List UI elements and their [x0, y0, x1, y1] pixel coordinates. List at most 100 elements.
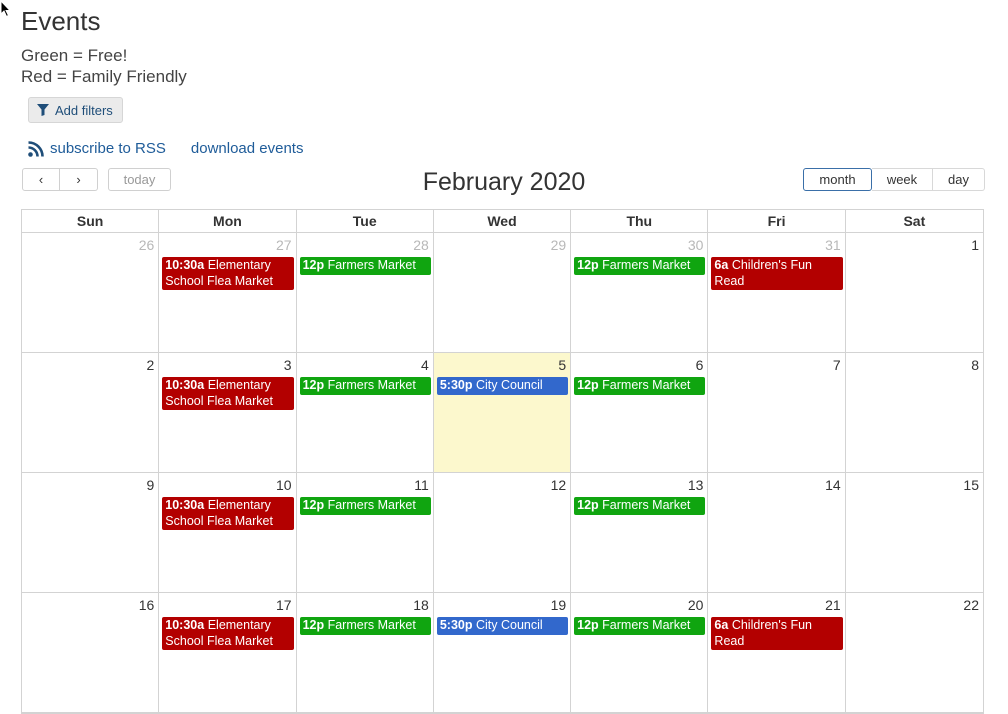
calendar-event[interactable]: 12p Farmers Market — [299, 617, 431, 635]
week-view-button[interactable]: week — [872, 168, 933, 191]
day-cell[interactable]: 4 12p Farmers Market — [297, 353, 434, 472]
calendar-event[interactable]: 10:30a Elementary School Flea Market — [162, 497, 294, 530]
event-time: 12p — [577, 258, 599, 272]
calendar-event[interactable]: 6a Children's Fun Read — [711, 617, 843, 650]
day-cell[interactable]: 1 — [846, 233, 983, 352]
day-number[interactable]: 28 — [299, 235, 431, 256]
day-number[interactable]: 9 — [24, 475, 156, 496]
day-cell[interactable]: 14 — [708, 473, 846, 592]
day-cell[interactable]: 26 — [22, 233, 160, 352]
day-number[interactable]: 26 — [24, 235, 156, 256]
day-cell[interactable]: 22 — [846, 593, 983, 712]
event-time: 6a — [714, 258, 729, 272]
event-time: 6a — [714, 618, 729, 632]
day-cell[interactable]: 3 10:30a Elementary School Flea Market — [159, 353, 297, 472]
day-cell[interactable]: 6 12p Farmers Market — [571, 353, 709, 472]
calendar-event[interactable]: 10:30a Elementary School Flea Market — [162, 257, 294, 290]
calendar-event[interactable]: 10:30a Elementary School Flea Market — [162, 617, 294, 650]
calendar-event[interactable]: 12p Farmers Market — [574, 497, 706, 515]
day-number[interactable]: 13 — [573, 475, 705, 496]
day-number[interactable]: 31 — [710, 235, 842, 256]
day-number[interactable]: 12 — [436, 475, 568, 496]
event-time: 10:30a — [165, 258, 205, 272]
day-cell[interactable]: 17 10:30a Elementary School Flea Market — [159, 593, 297, 712]
day-number[interactable]: 18 — [299, 595, 431, 616]
day-cell[interactable]: 12 — [434, 473, 572, 592]
calendar-event[interactable]: 12p Farmers Market — [299, 257, 431, 275]
day-cell[interactable]: 21 6a Children's Fun Read — [708, 593, 846, 712]
day-cell[interactable]: 10 10:30a Elementary School Flea Market — [159, 473, 297, 592]
day-cell[interactable]: 20 12p Farmers Market — [571, 593, 709, 712]
day-number[interactable]: 3 — [161, 355, 293, 376]
calendar-event[interactable]: 12p Farmers Market — [299, 497, 431, 515]
month-view-button[interactable]: month — [803, 168, 872, 191]
day-cell-today[interactable]: 5 5:30p City Council — [433, 353, 572, 472]
day-number[interactable]: 21 — [710, 595, 842, 616]
day-cell[interactable]: 2 — [22, 353, 160, 472]
day-number[interactable]: 17 — [161, 595, 293, 616]
event-time: 5:30p — [439, 618, 473, 632]
event-title: Farmers Market — [327, 618, 416, 632]
week-row: 16 17 10:30a Elementary School Flea Market… — [22, 593, 983, 713]
calendar-event[interactable]: 5:30p City Council — [436, 617, 569, 635]
day-number[interactable]: 6 — [573, 355, 705, 376]
day-cell[interactable]: 9 — [22, 473, 160, 592]
calendar-event[interactable]: 10:30a Elementary School Flea Market — [162, 377, 294, 410]
calendar-event[interactable]: 12p Farmers Market — [574, 257, 706, 275]
day-number[interactable]: 8 — [848, 355, 981, 376]
download-events-link[interactable]: download events — [191, 140, 304, 157]
day-number[interactable]: 16 — [24, 595, 156, 616]
weekday-sat: Sat — [903, 213, 926, 229]
day-number[interactable]: 2 — [24, 355, 156, 376]
calendar-event[interactable]: 6a Children's Fun Read — [711, 257, 843, 290]
day-number[interactable]: 29 — [436, 235, 568, 256]
day-cell[interactable]: 31 6a Children's Fun Read — [708, 233, 846, 352]
day-number[interactable]: 19 — [436, 595, 568, 616]
day-cell[interactable]: 13 12p Farmers Market — [571, 473, 709, 592]
event-time: 10:30a — [165, 378, 205, 392]
day-number[interactable]: 4 — [299, 355, 431, 376]
calendar-event[interactable]: 12p Farmers Market — [574, 617, 706, 635]
event-time: 10:30a — [165, 498, 205, 512]
event-title: City Council — [475, 618, 543, 632]
day-number[interactable]: 11 — [299, 475, 431, 496]
day-number[interactable]: 14 — [710, 475, 842, 496]
day-number[interactable]: 20 — [573, 595, 705, 616]
day-number[interactable]: 30 — [573, 235, 705, 256]
day-cell[interactable]: 29 — [434, 233, 572, 352]
day-cell[interactable]: 11 12p Farmers Market — [297, 473, 434, 592]
event-title: Farmers Market — [602, 378, 691, 392]
weekday-fri: Fri — [708, 210, 846, 232]
event-time: 10:30a — [165, 618, 205, 632]
day-number[interactable]: 5 — [436, 355, 568, 376]
day-cell[interactable]: 28 12p Farmers Market — [297, 233, 434, 352]
day-cell[interactable]: 19 5:30p City Council — [434, 593, 572, 712]
day-number[interactable]: 27 — [161, 235, 293, 256]
week-row: 2 3 10:30a Elementary School Flea Market 4 1… — [22, 353, 983, 473]
day-view-button[interactable]: day — [933, 168, 985, 191]
calendar-event[interactable]: 12p Farmers Market — [574, 377, 706, 395]
event-time: 12p — [577, 498, 599, 512]
calendar-event[interactable]: 12p Farmers Market — [299, 377, 431, 395]
day-cell[interactable]: 27 10:30a Elementary School Flea Market — [159, 233, 297, 352]
event-time: 5:30p — [439, 378, 473, 392]
event-time: 12p — [302, 258, 325, 272]
day-number[interactable]: 7 — [710, 355, 842, 376]
day-cell[interactable]: 18 12p Farmers Market — [297, 593, 434, 712]
day-number[interactable]: 10 — [161, 475, 293, 496]
subscribe-rss-link[interactable]: subscribe to RSS — [28, 140, 166, 157]
day-cell[interactable]: 15 — [846, 473, 983, 592]
legend-family-friendly: Red = Family Friendly — [21, 67, 187, 86]
day-cell[interactable]: 7 — [708, 353, 846, 472]
event-title: Farmers Market — [327, 378, 416, 392]
color-legend: Green = Free! Red = Family Friendly — [21, 45, 187, 87]
day-number[interactable]: 1 — [848, 235, 981, 256]
add-filters-button[interactable]: Add filters — [28, 97, 123, 123]
calendar-event[interactable]: 5:30p City Council — [436, 377, 569, 395]
day-number[interactable]: 22 — [848, 595, 981, 616]
day-number[interactable]: 15 — [848, 475, 981, 496]
day-cell[interactable]: 8 — [846, 353, 983, 472]
day-cell[interactable]: 30 12p Farmers Market — [571, 233, 709, 352]
day-cell[interactable]: 16 — [22, 593, 160, 712]
event-time: 12p — [577, 618, 599, 632]
